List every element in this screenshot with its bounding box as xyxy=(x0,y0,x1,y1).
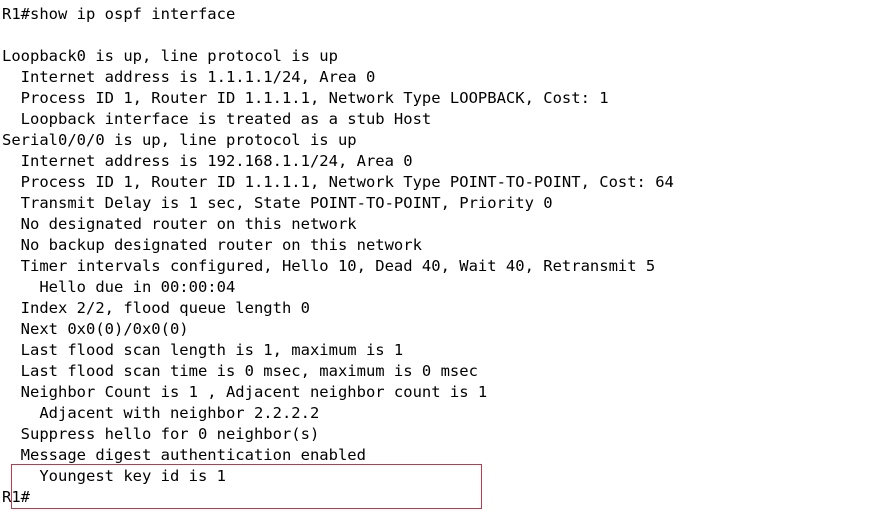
terminal-line: Last flood scan length is 1, maximum is … xyxy=(2,341,404,359)
terminal-line: R1#show ip ospf interface xyxy=(2,5,236,23)
terminal-line: Index 2/2, flood queue length 0 xyxy=(2,299,310,317)
terminal-line-youngest-key: Youngest key id is 1 xyxy=(2,467,226,485)
terminal-line: Transmit Delay is 1 sec, State POINT-TO-… xyxy=(2,194,553,212)
terminal-line: Neighbor Count is 1 , Adjacent neighbor … xyxy=(2,383,488,401)
terminal-line: Loopback0 is up, line protocol is up xyxy=(2,47,338,65)
terminal-output: R1#show ip ospf interface Loopback0 is u… xyxy=(0,0,873,528)
terminal-line: Process ID 1, Router ID 1.1.1.1, Network… xyxy=(2,89,609,107)
terminal-line: No designated router on this network xyxy=(2,215,357,233)
terminal-line: Adjacent with neighbor 2.2.2.2 xyxy=(2,404,320,422)
terminal-line: Serial0/0/0 is up, line protocol is up xyxy=(2,131,357,149)
terminal-line: Next 0x0(0)/0x0(0) xyxy=(2,320,189,338)
terminal-line: Timer intervals configured, Hello 10, De… xyxy=(2,257,656,275)
terminal-prompt-line: R1# xyxy=(2,488,30,506)
terminal-line: Suppress hello for 0 neighbor(s) xyxy=(2,425,320,443)
terminal-line: Process ID 1, Router ID 1.1.1.1, Network… xyxy=(2,173,674,191)
terminal-line: Internet address is 192.168.1.1/24, Area… xyxy=(2,152,413,170)
terminal-line: Last flood scan time is 0 msec, maximum … xyxy=(2,362,478,380)
terminal-line: Hello due in 00:00:04 xyxy=(2,278,236,296)
terminal-line: No backup designated router on this netw… xyxy=(2,236,422,254)
terminal-line-message-digest: Message digest authentication enabled xyxy=(2,446,366,464)
terminal-line: Loopback interface is treated as a stub … xyxy=(2,110,432,128)
terminal-line: Internet address is 1.1.1.1/24, Area 0 xyxy=(2,68,376,86)
